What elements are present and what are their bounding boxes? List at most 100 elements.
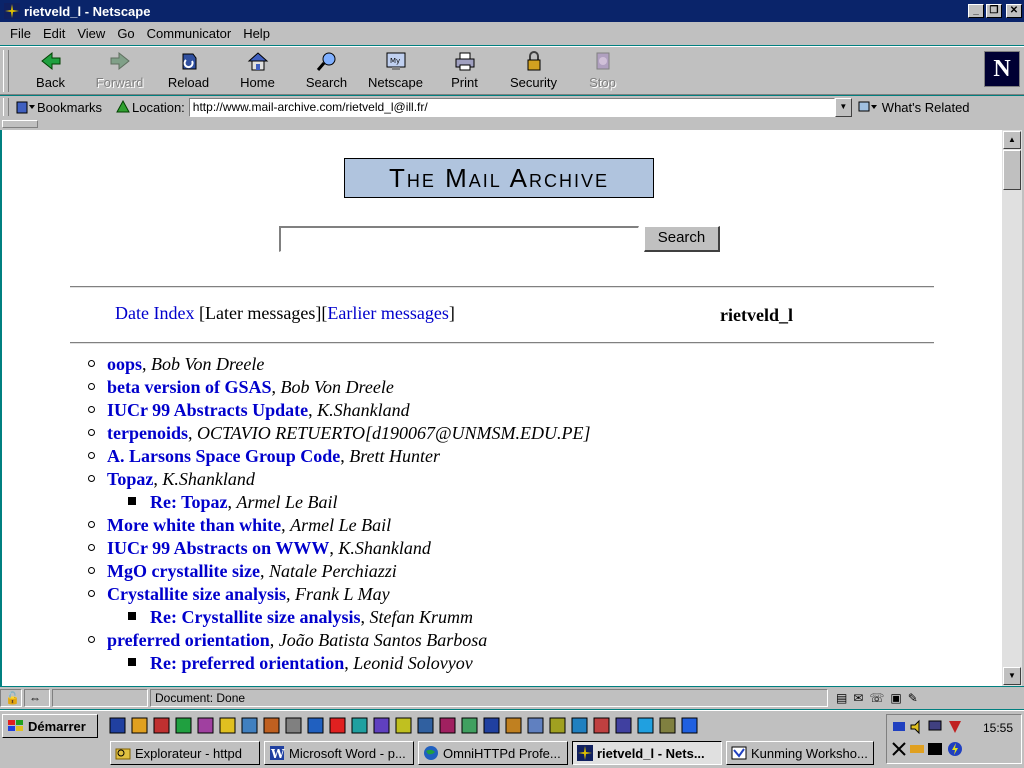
excel-quicklaunch-icon[interactable]	[438, 716, 457, 735]
explorer-quicklaunch-icon[interactable]	[526, 716, 545, 735]
thread-subject-link[interactable]: Re: Crystallite size analysis	[150, 607, 360, 627]
tools-quicklaunch-icon[interactable]	[658, 716, 677, 735]
search-button[interactable]: Search	[292, 47, 361, 93]
thread-subject-link[interactable]: IUCr 99 Abstracts on WWW	[107, 538, 329, 558]
page-proxy-icon[interactable]	[114, 99, 132, 115]
project-quicklaunch-icon[interactable]	[460, 716, 479, 735]
ftp-tray-icon[interactable]	[909, 741, 925, 757]
thread-subject-link[interactable]: A. Larsons Space Group Code	[107, 446, 340, 466]
scroll-up-arrow[interactable]: ▲	[1003, 131, 1021, 149]
netscape-button[interactable]: My Netscape	[361, 47, 430, 93]
word-quicklaunch-icon[interactable]	[416, 716, 435, 735]
scheduler-tray-icon[interactable]	[891, 741, 907, 757]
media-player-quicklaunch-icon[interactable]	[592, 716, 611, 735]
archive-search-button[interactable]: Search	[644, 226, 720, 252]
earlier-messages-link[interactable]: Earlier messages	[327, 303, 448, 323]
close-button[interactable]: ✕	[1006, 4, 1022, 18]
thread-subject-link[interactable]: MgO crystallite size	[107, 561, 260, 581]
terminal-quicklaunch-icon[interactable]	[350, 716, 369, 735]
mailbox-icon[interactable]: ✉	[853, 691, 863, 705]
help-quicklaunch-icon[interactable]	[372, 716, 391, 735]
thread-subject-link[interactable]: IUCr 99 Abstracts Update	[107, 400, 308, 420]
vertical-scrollbar[interactable]: ▲ ▼	[1002, 130, 1022, 686]
finder-quicklaunch-icon[interactable]	[174, 716, 193, 735]
scroll-thumb[interactable]	[1003, 150, 1021, 190]
scroll-down-arrow[interactable]: ▼	[1003, 667, 1021, 685]
locbar-grip[interactable]	[3, 98, 9, 116]
menu-view[interactable]: View	[71, 26, 111, 41]
thread-subject-link[interactable]: Re: Topaz	[150, 492, 228, 512]
notepad-quicklaunch-icon[interactable]	[482, 716, 501, 735]
composer-icon[interactable]: ✎	[908, 691, 918, 705]
menu-edit[interactable]: Edit	[37, 26, 71, 41]
menu-go[interactable]: Go	[111, 26, 140, 41]
task-omnihttpd[interactable]: OmniHTTPd Profe...	[418, 741, 568, 765]
power-tray-icon[interactable]	[947, 741, 963, 757]
volume-tray-icon[interactable]	[909, 719, 925, 735]
monitor-tray-icon[interactable]	[927, 719, 943, 735]
address-book-icon[interactable]: ▣	[890, 691, 901, 705]
back-button[interactable]: Back	[16, 47, 85, 93]
thread-subject-link[interactable]: Topaz	[107, 469, 153, 489]
thread-subject-link[interactable]: More white than white	[107, 515, 281, 535]
clock[interactable]: 15:55	[983, 721, 1013, 735]
stop-button[interactable]: Stop	[568, 47, 637, 93]
url-history-dropdown[interactable]: ▼	[834, 97, 852, 117]
task-explorateur[interactable]: Explorateur - httpd	[110, 741, 260, 765]
ftp-quicklaunch-icon[interactable]	[394, 716, 413, 735]
ie-secondary-quicklaunch-icon[interactable]	[328, 716, 347, 735]
thread-subject-link[interactable]: terpenoids	[107, 423, 188, 443]
menu-communicator[interactable]: Communicator	[141, 26, 238, 41]
title-bar[interactable]: rietveld_l - Netscape _ ❐ ✕	[0, 0, 1024, 22]
task-word[interactable]: W Microsoft Word - p...	[264, 741, 414, 765]
arrows-quicklaunch-icon[interactable]	[636, 716, 655, 735]
print-button[interactable]: Print	[430, 47, 499, 93]
security-status-icon[interactable]: 🔓	[0, 689, 22, 707]
network-tray-icon[interactable]	[891, 719, 907, 735]
scanner-quicklaunch-icon[interactable]	[504, 716, 523, 735]
task-kunming[interactable]: Kunming Worksho...	[726, 741, 874, 765]
navigator-icon[interactable]: ▤	[836, 691, 847, 705]
show-desktop-quicklaunch-icon[interactable]	[108, 716, 127, 735]
minimize-button[interactable]: _	[968, 4, 984, 18]
ie-quicklaunch-icon[interactable]	[680, 716, 699, 735]
maximize-button[interactable]: ❐	[986, 4, 1002, 18]
toolbar-grip[interactable]	[3, 50, 9, 92]
calendar-quicklaunch-icon[interactable]	[152, 716, 171, 735]
archive-search-input[interactable]	[279, 226, 639, 252]
antivirus-tray-icon[interactable]	[947, 719, 963, 735]
thread-subject-link[interactable]: beta version of GSAS	[107, 377, 272, 397]
thread-subject-link[interactable]: Re: preferred orientation	[150, 653, 344, 673]
settings-quicklaunch-icon[interactable]	[614, 716, 633, 735]
mail-archive-logo[interactable]: The Mail Archive	[344, 158, 654, 198]
task-netscape[interactable]: rietveld_l - Nets...	[572, 741, 722, 765]
paint-quicklaunch-icon[interactable]	[306, 716, 325, 735]
burner-quicklaunch-icon[interactable]	[284, 716, 303, 735]
dc-tray-icon[interactable]	[927, 741, 943, 757]
bookmarks-button[interactable]: Bookmarks	[13, 99, 102, 115]
editor-quicklaunch-icon[interactable]	[130, 716, 149, 735]
discussions-icon[interactable]: ☏	[869, 691, 884, 705]
gear-quicklaunch-icon[interactable]	[196, 716, 215, 735]
date-index-link[interactable]: Date Index	[115, 303, 194, 323]
disk-quicklaunch-icon[interactable]	[570, 716, 589, 735]
netscape-logo[interactable]: N	[984, 51, 1020, 87]
menu-help[interactable]: Help	[237, 26, 276, 41]
thread-subject-link[interactable]: preferred orientation	[107, 630, 270, 650]
reload-button[interactable]: Reload	[154, 47, 223, 93]
security-button[interactable]: Security	[499, 47, 568, 93]
thread-subject-link[interactable]: oops	[107, 354, 142, 374]
thread-subject-link[interactable]: Crystallite size analysis	[107, 584, 286, 604]
whats-related-button[interactable]: What's Related	[856, 99, 970, 115]
media-quicklaunch-icon[interactable]	[262, 716, 281, 735]
network-quicklaunch-icon[interactable]	[548, 716, 567, 735]
location-url-input[interactable]	[188, 97, 835, 117]
menu-file[interactable]: File	[4, 26, 37, 41]
forward-button[interactable]: Forward	[85, 47, 154, 93]
tool-quicklaunch-icon[interactable]	[240, 716, 259, 735]
home-button[interactable]: Home	[223, 47, 292, 93]
start-button[interactable]: Démarrer	[2, 714, 98, 738]
toolbar-expand-tab[interactable]	[2, 120, 38, 128]
monitor-quicklaunch-icon[interactable]	[218, 716, 237, 735]
online-status-icon[interactable]: ⇔	[24, 689, 50, 707]
